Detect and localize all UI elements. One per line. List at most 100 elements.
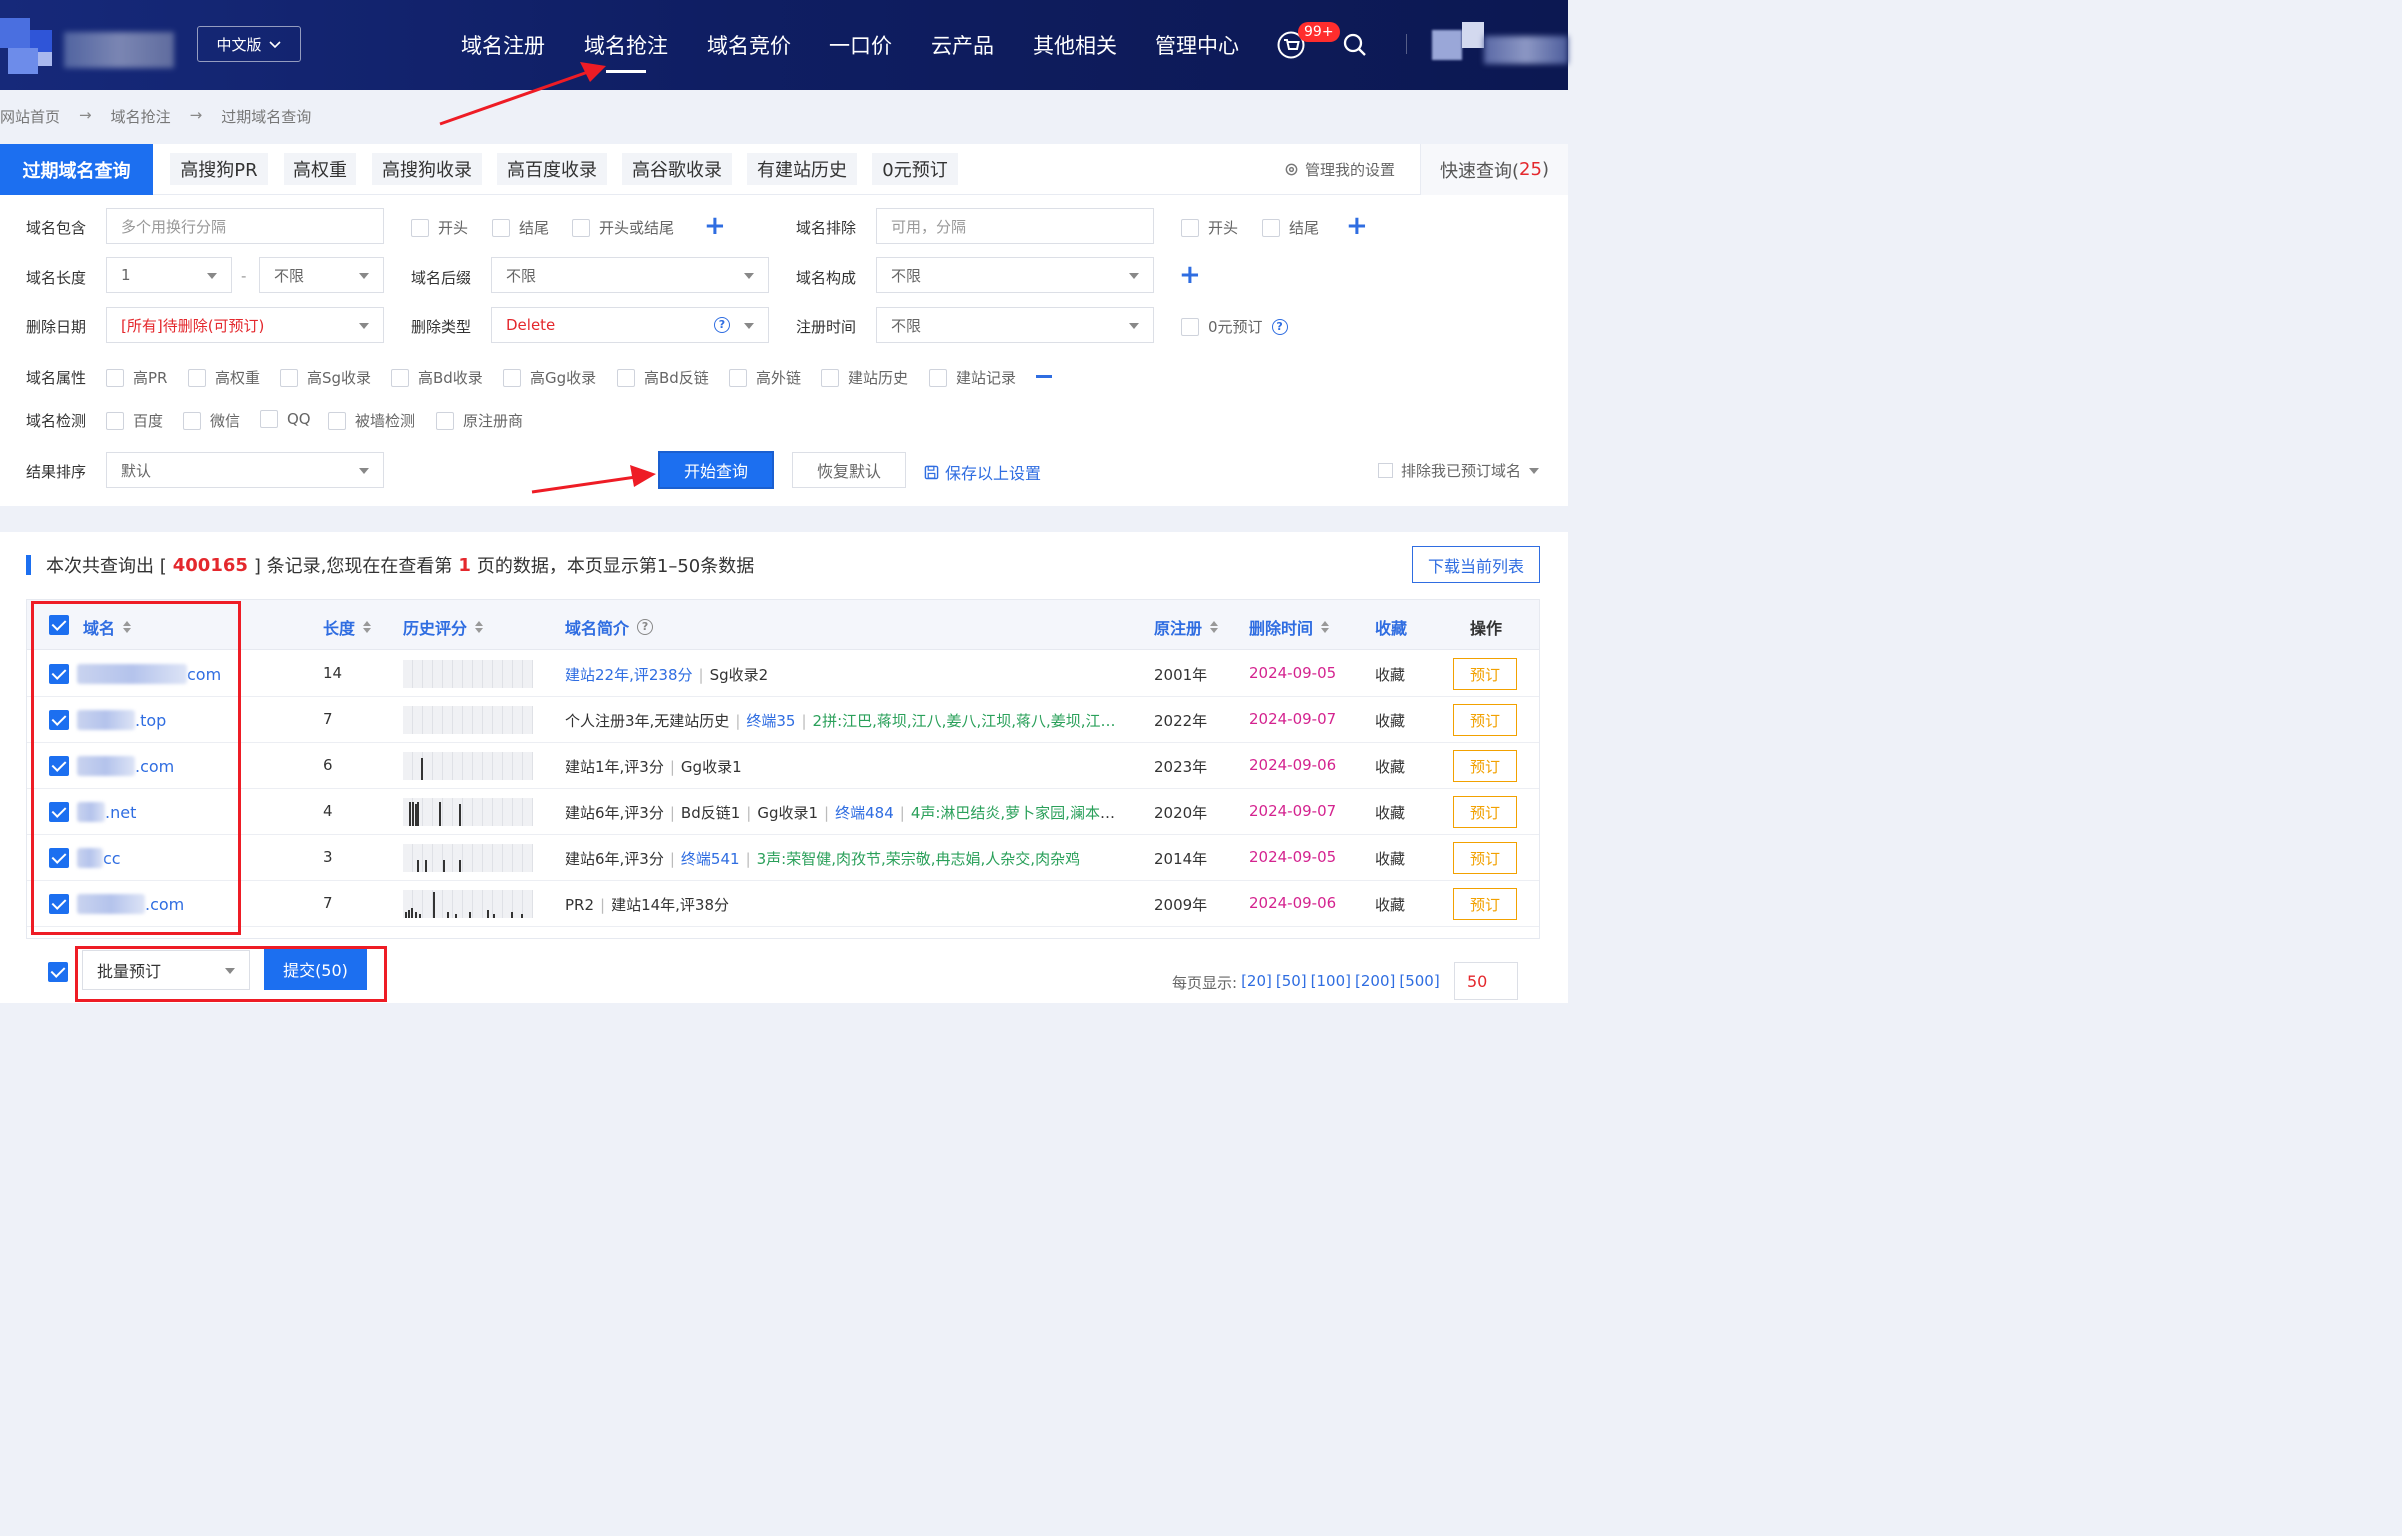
plus-icon[interactable]: +	[1346, 213, 1368, 239]
reset-default-button[interactable]: 恢复默认	[792, 452, 906, 488]
nav-others[interactable]: 其他相关	[1033, 30, 1117, 60]
search-icon[interactable]	[1342, 32, 1368, 58]
table-row[interactable]: cc 3 建站6年,评3分 | 终端541 | 3声:荣智健,肉孜节,荣宗敬,冉志娟,人杂交…	[27, 835, 1539, 881]
per-page-200[interactable]: [200]	[1355, 972, 1395, 993]
book-button[interactable]: 预订	[1453, 750, 1517, 782]
delete-date-select[interactable]: [所有]待删除(可预订)	[106, 307, 384, 343]
col-original-reg[interactable]: 原注册	[1154, 615, 1219, 639]
attr-high-bd-backlink-checkbox[interactable]: 高Bd反链	[617, 367, 709, 388]
exclude-booked-checkbox[interactable]: 排除我已预订域名	[1378, 460, 1540, 481]
detect-qq-checkbox[interactable]: QQ	[260, 410, 311, 428]
per-page-20[interactable]: [20]	[1241, 972, 1272, 993]
breadcrumb-snatch[interactable]: 域名抢注	[111, 106, 171, 127]
length-max-select[interactable]: 不限	[259, 257, 384, 293]
favorite-link[interactable]: 收藏	[1375, 894, 1405, 915]
favorite-link[interactable]: 收藏	[1375, 664, 1405, 685]
save-settings-link[interactable]: 保存以上设置	[924, 460, 1041, 484]
detect-wechat-checkbox[interactable]: 微信	[183, 410, 240, 431]
book-button[interactable]: 预订	[1453, 796, 1517, 828]
plus-icon[interactable]: +	[704, 213, 726, 239]
tab-high-sogou-pr[interactable]: 高搜狗PR	[170, 153, 268, 185]
col-history-score[interactable]: 历史评分	[403, 615, 484, 639]
per-page-500[interactable]: [500]	[1399, 972, 1439, 993]
language-selector[interactable]: 中文版	[197, 26, 301, 62]
quick-query-tab[interactable]: 快速查询(25)	[1420, 144, 1568, 195]
attr-high-pr-checkbox[interactable]: 高PR	[106, 367, 167, 388]
col-favorite[interactable]: 收藏	[1375, 615, 1407, 639]
col-delete-time[interactable]: 删除时间	[1249, 615, 1330, 639]
exclude-start-checkbox[interactable]: 开头	[1181, 217, 1238, 238]
contains-end-checkbox[interactable]: 结尾	[492, 217, 549, 238]
col-length[interactable]: 长度	[323, 615, 372, 639]
nav-cloud-products[interactable]: 云产品	[931, 30, 994, 60]
history-score-chart[interactable]	[403, 844, 533, 872]
contains-either-checkbox[interactable]: 开头或结尾	[572, 217, 674, 238]
attr-high-bd-checkbox[interactable]: 高Bd收录	[391, 367, 483, 388]
start-query-button[interactable]: 开始查询	[658, 451, 774, 489]
nav-domain-auction[interactable]: 域名竞价	[707, 30, 791, 60]
history-score-chart[interactable]	[403, 706, 533, 734]
table-row[interactable]: .top 7 个人注册3年,无建站历史 | 终端35 | 2拼:江巴,蒋坝,江八,姜八,江坝…	[27, 697, 1539, 743]
tab-high-weight[interactable]: 高权重	[284, 153, 356, 185]
col-intro[interactable]: 域名简介?	[565, 615, 654, 639]
detect-registrar-checkbox[interactable]: 原注册商	[436, 410, 523, 431]
history-score-chart[interactable]	[403, 752, 533, 780]
table-row[interactable]: .com 7 PR2 | 建站14年,评38分 2009年 2024-09-06 收藏 预订	[27, 881, 1539, 927]
breadcrumb-home[interactable]: 网站首页	[0, 106, 60, 127]
detect-blocked-checkbox[interactable]: 被墙检测	[328, 410, 415, 431]
attr-site-history-checkbox[interactable]: 建站历史	[821, 367, 908, 388]
table-row[interactable]: com 14 建站22年,评238分 | Sg收录2 2001年 2024-09-05 收藏预…	[27, 651, 1539, 697]
contains-input[interactable]: 多个用换行分隔	[106, 208, 384, 244]
book-button[interactable]: 预订	[1453, 888, 1517, 920]
book-button[interactable]: 预订	[1453, 842, 1517, 874]
tab-high-sogou-index[interactable]: 高搜狗收录	[372, 153, 482, 185]
delete-type-select[interactable]: Delete?	[491, 307, 769, 343]
favorite-link[interactable]: 收藏	[1375, 756, 1405, 777]
favorite-link[interactable]: 收藏	[1375, 848, 1405, 869]
footer-select-all-checkbox[interactable]	[48, 962, 68, 982]
tab-high-baidu-index[interactable]: 高百度收录	[497, 153, 607, 185]
detect-baidu-checkbox[interactable]: 百度	[106, 410, 163, 431]
book-button[interactable]: 预订	[1453, 658, 1517, 690]
zero-booking-checkbox[interactable]: 0元预订?	[1181, 316, 1288, 337]
help-icon[interactable]: ?	[1271, 318, 1288, 335]
manage-settings-link[interactable]: 管理我的设置	[1284, 159, 1395, 180]
history-score-chart[interactable]	[403, 890, 533, 918]
table-row[interactable]: .net 4 建站6年,评3分 | Bd反链1 | Gg收录1 | 终端484 | 4声:淋巴结炎,…	[27, 789, 1539, 835]
tab-expired-query[interactable]: 过期域名查询	[0, 144, 153, 195]
exclude-input[interactable]: 可用，分隔	[876, 208, 1154, 244]
exclude-end-checkbox[interactable]: 结尾	[1262, 217, 1319, 238]
nav-domain-snatch[interactable]: 域名抢注	[584, 30, 668, 73]
help-icon[interactable]: ?	[714, 317, 730, 333]
attr-high-external-checkbox[interactable]: 高外链	[729, 367, 801, 388]
collapse-minus-icon[interactable]	[1036, 375, 1052, 378]
length-min-select[interactable]: 1	[106, 257, 232, 293]
download-list-button[interactable]: 下载当前列表	[1412, 546, 1540, 583]
book-button[interactable]: 预订	[1453, 704, 1517, 736]
favorite-link[interactable]: 收藏	[1375, 802, 1405, 823]
per-page-100[interactable]: [100]	[1311, 972, 1351, 993]
nav-domain-register[interactable]: 域名注册	[461, 30, 545, 60]
compose-select[interactable]: 不限	[876, 257, 1154, 293]
attr-high-gg-checkbox[interactable]: 高Gg收录	[503, 367, 596, 388]
attr-site-record-checkbox[interactable]: 建站记录	[929, 367, 1016, 388]
history-score-chart[interactable]	[403, 660, 533, 688]
table-row[interactable]: .com 6 建站1年,评3分 | Gg收录1 2023年 2024-09-06 收藏 预订	[27, 743, 1539, 789]
help-icon[interactable]: ?	[637, 619, 654, 635]
tab-high-google-index[interactable]: 高谷歌收录	[622, 153, 732, 185]
attr-high-sg-checkbox[interactable]: 高Sg收录	[280, 367, 371, 388]
favorite-link[interactable]: 收藏	[1375, 710, 1405, 731]
per-page-input[interactable]: 50	[1454, 962, 1518, 1000]
reg-time-select[interactable]: 不限	[876, 307, 1154, 343]
attr-high-weight-checkbox[interactable]: 高权重	[188, 367, 260, 388]
plus-icon[interactable]: +	[1179, 262, 1201, 288]
tab-zero-booking[interactable]: 0元预订	[872, 153, 958, 185]
sort-select[interactable]: 默认	[106, 452, 384, 488]
per-page-50[interactable]: [50]	[1276, 972, 1307, 993]
nav-management[interactable]: 管理中心	[1155, 30, 1239, 60]
site-logo[interactable]	[0, 18, 185, 84]
nav-fixed-price[interactable]: 一口价	[829, 30, 892, 60]
user-avatar[interactable]	[1432, 22, 1568, 72]
contains-start-checkbox[interactable]: 开头	[411, 217, 468, 238]
suffix-select[interactable]: 不限	[491, 257, 769, 293]
